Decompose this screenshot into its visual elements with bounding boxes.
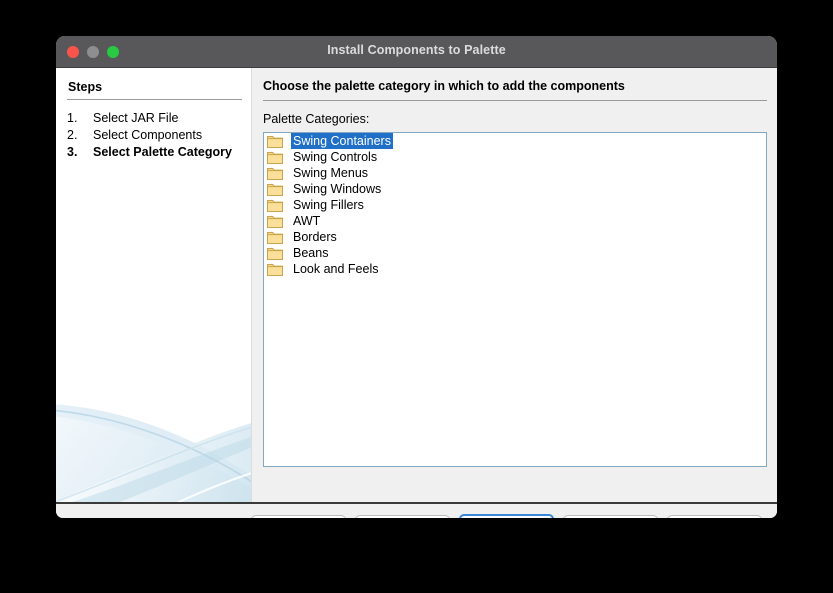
content-divider <box>263 100 767 101</box>
palette-category-label: Swing Containers <box>291 133 393 149</box>
palette-category-row[interactable]: Swing Menus <box>264 165 766 181</box>
palette-category-label: Swing Fillers <box>293 198 364 212</box>
folder-icon <box>267 135 283 148</box>
palette-category-label: Swing Controls <box>293 150 378 164</box>
content-heading: Choose the palette category in which to … <box>263 79 625 93</box>
folder-icon <box>267 231 283 244</box>
steps-divider <box>67 99 242 100</box>
window-titlebar: Install Components to Palette <box>56 36 777 68</box>
palette-category-row[interactable]: Beans <box>264 245 766 261</box>
palette-categories-label: Palette Categories: <box>263 112 370 126</box>
steps-heading: Steps <box>68 80 103 94</box>
folder-icon <box>267 167 283 180</box>
step-item-3: 3. Select Palette Category <box>67 144 247 161</box>
palette-category-row[interactable]: Swing Fillers <box>264 197 766 213</box>
content-panel: Choose the palette category in which to … <box>252 68 777 502</box>
palette-category-row[interactable]: Look and Feels <box>264 261 766 277</box>
help-button[interactable]: Help <box>667 514 762 518</box>
palette-category-row[interactable]: AWT <box>264 213 766 229</box>
palette-category-row[interactable]: Swing Controls <box>264 149 766 165</box>
palette-category-label: Beans <box>293 246 329 260</box>
palette-category-label: Look and Feels <box>293 262 379 276</box>
palette-category-row[interactable]: Swing Containers <box>264 133 766 149</box>
cancel-button[interactable]: Cancel <box>563 514 658 518</box>
folder-icon <box>267 183 283 196</box>
step-number: 1. <box>67 111 78 125</box>
step-item-2: 2. Select Components <box>67 127 247 144</box>
palette-categories-list[interactable]: Swing Containers Swing Controls Swing Menu… <box>263 132 767 467</box>
palette-category-label: Swing Menus <box>293 166 369 180</box>
step-number: 2. <box>67 128 78 142</box>
folder-icon <box>267 247 283 260</box>
steps-panel: Steps 1. Select JAR File 2. Select Compo… <box>56 68 252 502</box>
dialog-window: Install Components to Palette Steps 1. S… <box>56 36 777 518</box>
dialog-button-bar: < Back Next > Finish Cancel Help <box>56 502 777 518</box>
step-number: 3. <box>67 145 78 159</box>
folder-icon <box>267 215 283 228</box>
step-label: Select Palette Category <box>93 145 232 159</box>
folder-icon <box>267 151 283 164</box>
palette-category-label: Swing Windows <box>293 182 382 196</box>
finish-button[interactable]: Finish <box>459 513 554 518</box>
folder-icon <box>267 199 283 212</box>
step-item-1: 1. Select JAR File <box>67 110 247 127</box>
next-button: Next > <box>355 514 450 518</box>
decorative-swoosh-graphic <box>56 404 251 502</box>
window-title: Install Components to Palette <box>327 43 506 57</box>
step-label: Select JAR File <box>93 111 179 125</box>
folder-icon <box>267 263 283 276</box>
palette-category-label: AWT <box>293 214 321 228</box>
palette-category-row[interactable]: Borders <box>264 229 766 245</box>
dialog-body: Steps 1. Select JAR File 2. Select Compo… <box>56 68 777 502</box>
palette-category-row[interactable]: Swing Windows <box>264 181 766 197</box>
step-label: Select Components <box>93 128 203 142</box>
back-button[interactable]: < Back <box>251 514 346 518</box>
palette-category-label: Borders <box>293 230 337 244</box>
steps-list: 1. Select JAR File 2. Select Components … <box>67 110 247 161</box>
